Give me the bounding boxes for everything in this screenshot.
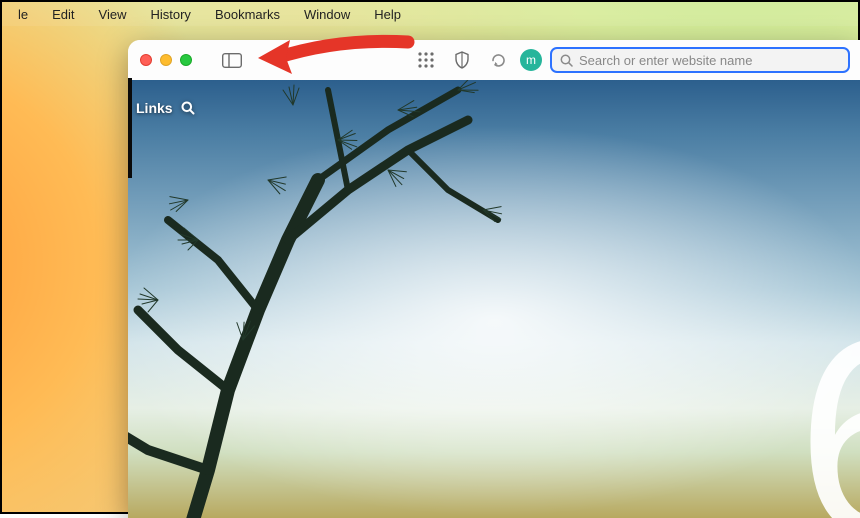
menu-history[interactable]: History (138, 7, 202, 22)
window-behind-edge (128, 78, 132, 178)
sidebar-button[interactable] (218, 48, 246, 72)
search-icon (560, 54, 573, 67)
menu-edit[interactable]: Edit (40, 7, 86, 22)
menu-window[interactable]: Window (292, 7, 362, 22)
zoom-button[interactable] (180, 54, 192, 66)
menu-bookmarks[interactable]: Bookmarks (203, 7, 292, 22)
close-button[interactable] (140, 54, 152, 66)
sidebar-icon (222, 53, 242, 68)
background-tree (128, 80, 648, 518)
menu-view[interactable]: View (87, 7, 139, 22)
privacy-report-button[interactable] (448, 48, 476, 72)
search-icon[interactable] (181, 101, 195, 115)
address-input[interactable] (579, 53, 840, 68)
refresh-button[interactable] (484, 48, 512, 72)
favorites-bar: Links (136, 100, 195, 116)
widget-big-number: 6 (796, 298, 860, 518)
apps-button[interactable] (412, 48, 440, 72)
profile-avatar[interactable]: m (520, 49, 542, 71)
browser-toolbar: m (128, 40, 860, 80)
window-controls (140, 54, 192, 66)
profile-initial: m (526, 53, 536, 67)
address-bar[interactable] (550, 47, 850, 73)
privacy-shield-icon (454, 51, 470, 69)
browser-window: m Show sidebar Links (128, 40, 860, 518)
minimize-button[interactable] (160, 54, 172, 66)
refresh-icon (490, 52, 507, 69)
favorites-label[interactable]: Links (136, 100, 173, 116)
start-page: Links (128, 80, 860, 518)
apps-grid-icon (418, 52, 434, 68)
system-menubar: le Edit View History Bookmarks Window He… (2, 2, 858, 26)
menu-help[interactable]: Help (362, 7, 413, 22)
menu-file[interactable]: le (6, 7, 40, 22)
